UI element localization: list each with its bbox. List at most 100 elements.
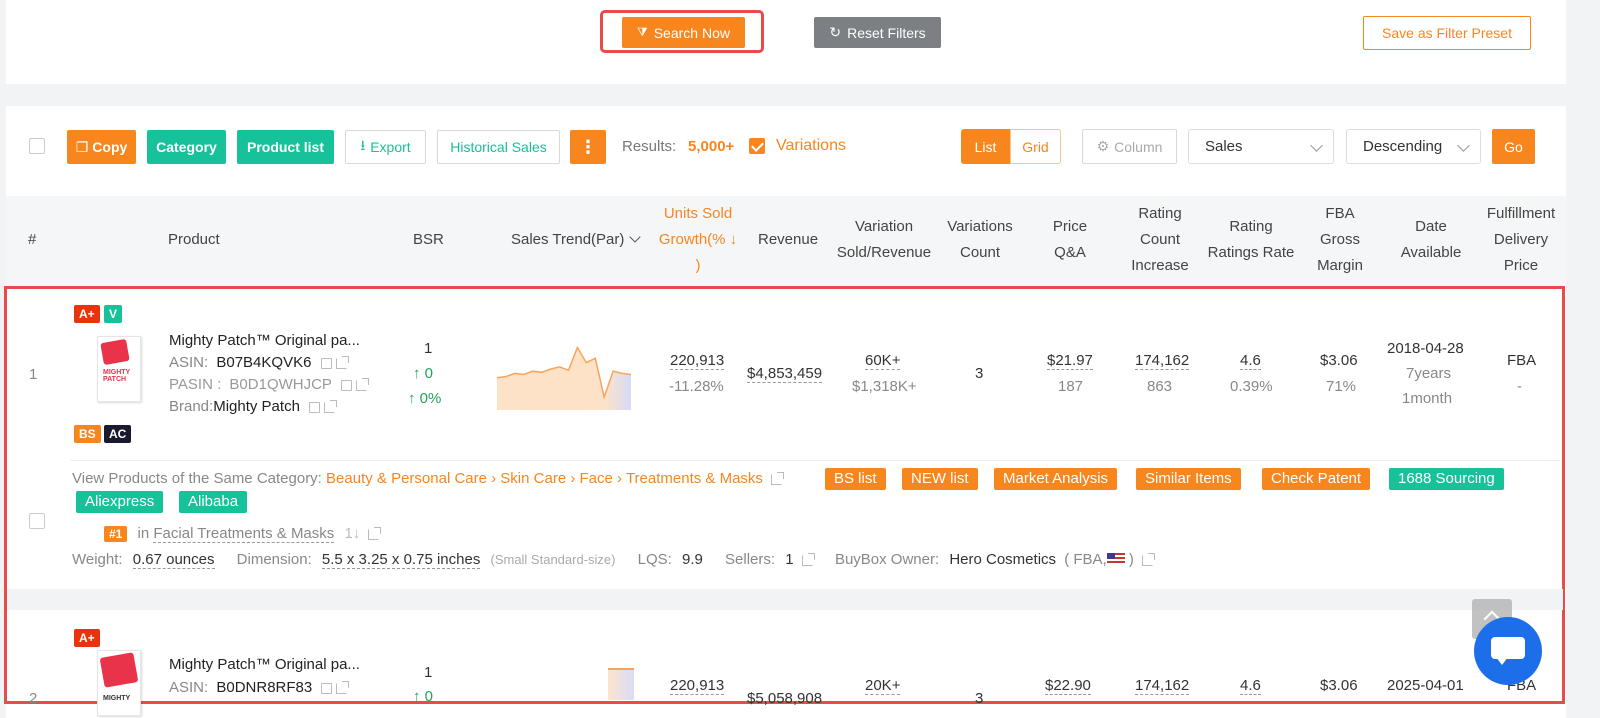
col-bsr[interactable]: BSR xyxy=(413,227,444,253)
more-options-button[interactable]: ⋮ xyxy=(570,130,606,164)
a-plus-badge: A+ xyxy=(74,629,100,647)
rating: 4.6 xyxy=(1240,677,1261,695)
revenue: $5,058,908 xyxy=(747,690,823,707)
col-rating-count[interactable]: Rating Count Increase xyxy=(1120,201,1200,279)
pasin-line: PASIN : B0D1QWHJCP xyxy=(169,376,369,393)
brand-line: Brand:Mighty Patch xyxy=(169,398,338,415)
chevron-down-icon xyxy=(1310,139,1323,152)
save-filter-preset-button[interactable]: Save as Filter Preset xyxy=(1363,16,1531,50)
price: $22.90 xyxy=(1045,677,1091,695)
bsr-change: ↑ 0 xyxy=(413,688,434,705)
row-index: 1 xyxy=(29,366,38,383)
category-link[interactable]: Skin Care xyxy=(500,470,566,487)
results-count: 5,000+ xyxy=(688,138,735,155)
row-checkbox[interactable] xyxy=(29,513,45,529)
copy-button[interactable]: ❐ Copy xyxy=(67,130,136,164)
variation-revenue: $1,318K+ xyxy=(852,378,917,395)
bs-list-tag[interactable]: BS list xyxy=(825,468,886,490)
col-variation-sold[interactable]: Variation Sold/Revenue xyxy=(832,214,936,266)
product-title[interactable]: Mighty Patch™ Original pa... xyxy=(169,656,360,673)
gross-margin: 71% xyxy=(1326,378,1357,395)
go-button[interactable]: Go xyxy=(1492,129,1535,164)
amazon-choice-badge: AC xyxy=(104,425,132,443)
category-link[interactable]: Treatments & Masks xyxy=(626,470,763,487)
product-image[interactable]: MIGHTY PATCH xyxy=(97,336,141,402)
col-fulfillment[interactable]: Fulfillment Delivery Price xyxy=(1480,201,1562,279)
col-units-sold[interactable]: Units Sold Growth(% ↓ ) xyxy=(648,201,748,279)
market-analysis-tag[interactable]: Market Analysis xyxy=(994,468,1118,490)
col-variations-count[interactable]: Variations Count xyxy=(940,214,1020,266)
fba-fee: $3.06 xyxy=(1320,677,1358,694)
column-button[interactable]: ⚙ Column xyxy=(1082,129,1177,164)
similar-items-tag[interactable]: Similar Items xyxy=(1136,468,1241,490)
listing-age-years: 7years xyxy=(1406,365,1452,382)
category-rank: #1 in Facial Treatments & Masks 1↓ xyxy=(104,525,382,543)
export-button[interactable]: ⭳ Export xyxy=(345,130,426,164)
sales-trend-chart[interactable] xyxy=(495,340,635,410)
reset-filters-button[interactable]: ↻ Reset Filters xyxy=(814,17,941,48)
bsr-change: ↑ 0 xyxy=(413,365,434,382)
list-view-button[interactable]: List xyxy=(961,129,1010,164)
category-link[interactable]: Beauty & Personal Care xyxy=(326,470,487,487)
bsr-value: 1 xyxy=(424,664,433,681)
copy-icon[interactable] xyxy=(321,682,333,694)
sort-order-select[interactable]: Descending xyxy=(1346,129,1481,164)
chat-support-button[interactable] xyxy=(1474,617,1542,685)
bsr-value: 1 xyxy=(424,340,433,357)
col-product[interactable]: Product xyxy=(168,227,220,253)
variations-count: 3 xyxy=(975,690,984,707)
external-link-icon[interactable] xyxy=(335,355,349,369)
chevron-down-icon xyxy=(628,231,641,243)
category-button[interactable]: Category xyxy=(147,130,226,164)
col-fba[interactable]: FBA Gross Margin xyxy=(1310,201,1370,279)
date-available: 2025-04-01 xyxy=(1387,677,1464,694)
copy-icon[interactable] xyxy=(309,401,321,413)
ratings-rate: 0.39% xyxy=(1230,378,1273,395)
us-flag-icon xyxy=(1106,553,1125,565)
external-link-icon[interactable] xyxy=(324,399,338,413)
chevron-down-icon xyxy=(1457,139,1470,152)
product-title[interactable]: Mighty Patch™ Original pa... xyxy=(169,332,360,349)
row-divider xyxy=(70,460,1560,461)
product-list-button[interactable]: Product list xyxy=(237,130,334,164)
grid-view-button[interactable]: Grid xyxy=(1010,129,1061,164)
external-link-icon[interactable] xyxy=(336,680,350,694)
price: $21.97 xyxy=(1047,352,1093,370)
rank-category-link[interactable]: Facial Treatments & Masks xyxy=(153,525,335,543)
col-rating[interactable]: Rating Ratings Rate xyxy=(1200,214,1302,266)
category-link[interactable]: Face xyxy=(580,470,613,487)
external-link-icon[interactable] xyxy=(801,552,815,566)
search-now-button[interactable]: ⧩ Search Now xyxy=(622,17,745,48)
col-date-available[interactable]: Date Available xyxy=(1395,214,1467,266)
sales-trend-chart-partial xyxy=(608,668,634,700)
row-separator xyxy=(7,589,1563,610)
copy-icon[interactable] xyxy=(340,379,352,391)
col-price[interactable]: Price Q&A xyxy=(1040,214,1100,266)
copy-icon[interactable] xyxy=(320,357,332,369)
col-sales-trend[interactable]: Sales Trend(Par) xyxy=(511,227,641,253)
category-path: View Products of the Same Category: Beau… xyxy=(72,470,785,487)
external-link-icon[interactable] xyxy=(771,471,785,485)
external-link-icon[interactable] xyxy=(368,526,382,540)
aliexpress-tag[interactable]: Aliexpress xyxy=(76,491,164,513)
fulfillment-type: FBA xyxy=(1507,352,1537,369)
historical-sales-button[interactable]: Historical Sales xyxy=(437,130,560,164)
variations-label[interactable]: Variations xyxy=(776,137,846,155)
external-link-icon[interactable] xyxy=(355,377,369,391)
new-list-tag[interactable]: NEW list xyxy=(902,468,978,490)
variations-checkbox[interactable] xyxy=(749,138,765,154)
asin-line: ASIN: B0DNR8RF83 xyxy=(169,679,350,696)
sort-by-select[interactable]: Sales xyxy=(1188,129,1334,164)
units-sold: 220,913 xyxy=(670,677,725,695)
best-seller-badge: BS xyxy=(74,425,101,443)
rating-increase: 863 xyxy=(1147,378,1173,395)
select-all-checkbox[interactable] xyxy=(29,138,45,154)
alibaba-tag[interactable]: Alibaba xyxy=(179,491,248,513)
variation-sold: 20K+ xyxy=(865,677,901,695)
1688-sourcing-tag[interactable]: 1688 Sourcing xyxy=(1389,468,1504,490)
col-revenue[interactable]: Revenue xyxy=(758,227,818,253)
external-link-icon[interactable] xyxy=(1142,552,1156,566)
product-image[interactable]: MIGHTY xyxy=(97,650,141,716)
a-plus-badge: A+ xyxy=(74,305,100,323)
check-patent-tag[interactable]: Check Patent xyxy=(1262,468,1371,490)
